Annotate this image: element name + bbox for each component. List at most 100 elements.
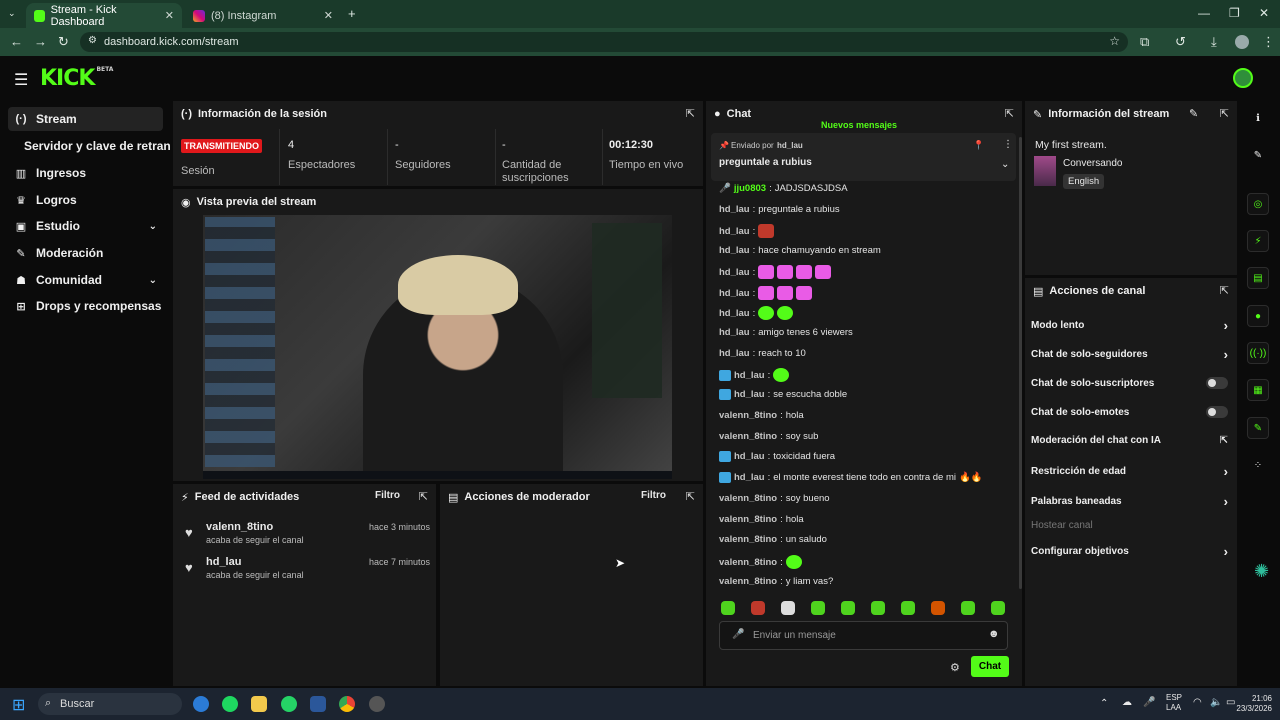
action-ai-moderation[interactable]: Moderación del chat con IA ⇱ [1031,435,1228,446]
stream-category[interactable]: Conversando [1063,158,1122,169]
chat-input[interactable]: 🎤 Enviar un mensaje ☻ [719,621,1008,650]
chat-username[interactable]: valenn_8tino [719,431,777,442]
chat-icon[interactable]: ● [1247,305,1269,327]
chat-username[interactable]: valenn_8tino [719,534,777,545]
subs-only-toggle[interactable] [1206,377,1228,389]
emoji-picker-icon[interactable]: ☻ [988,628,1000,640]
emote-quick-icon[interactable] [901,601,915,615]
cloud-icon[interactable]: ☁ [1122,697,1132,708]
assistant-icon[interactable]: ✺ [1254,561,1269,582]
wifi-icon[interactable]: ◠ [1193,697,1202,708]
app-icon[interactable] [369,696,385,712]
chat-scrollbar[interactable] [1019,137,1022,589]
minimize-icon[interactable]: — [1198,6,1210,20]
tab-instagram[interactable]: (8) Instagram ✕ [185,3,341,28]
info-icon[interactable]: ℹ [1247,107,1269,129]
sidebar-item-moderacion[interactable]: ✎ Moderación [8,241,163,265]
profile-avatar[interactable] [1235,35,1249,49]
chat-username[interactable]: hd_lau [719,267,750,278]
windows-start-icon[interactable]: ⊞ [12,695,25,715]
mic-tray-icon[interactable]: 🎤 [1143,697,1155,708]
history-icon[interactable]: ↺ [1175,34,1186,50]
chat-username[interactable]: hd_lau [719,245,750,256]
action-configure-goals[interactable]: Configurar objetivos › [1031,544,1228,559]
spotify-icon[interactable] [222,696,238,712]
chat-username[interactable]: valenn_8tino [719,576,777,587]
sidebar-item-stream[interactable]: (·) Stream [8,107,163,131]
tray-chevron-icon[interactable]: ⌃ [1100,698,1108,709]
emote-quick-icon[interactable] [931,601,945,615]
wrench-icon[interactable]: ✎ [1247,417,1269,439]
sidebar-item-drops[interactable]: ⊞ Drops y recompensas [8,294,163,318]
popout-icon[interactable]: ⇱ [686,490,695,503]
browser-menu-icon[interactable]: ⋮ [1262,34,1275,50]
sidebar-item-comunidad[interactable]: ☗ Comunidad ⌄ [8,268,163,292]
chat-username[interactable]: hd_lau [719,348,750,359]
taskbar-search[interactable]: ⌕ Buscar [38,693,182,715]
back-icon[interactable]: ← [10,34,23,49]
forward-icon[interactable]: → [34,34,47,49]
popout-icon[interactable]: ⇱ [1220,284,1229,297]
emote-quick-icon[interactable] [781,601,795,615]
action-slow-mode[interactable]: Modo lento › [1031,318,1228,333]
chat-username[interactable]: valenn_8tino [719,557,777,568]
action-age-restriction[interactable]: Restricción de edad › [1031,464,1228,479]
extensions-icon[interactable]: ⧉ [1140,34,1149,50]
pencil-icon[interactable]: ✎ [1247,144,1269,166]
chat-username[interactable]: valenn_8tino [719,410,777,421]
chat-username[interactable]: hd_lau [734,472,765,483]
broadcast-icon[interactable]: ((·)) [1247,342,1269,364]
emote-quick-icon[interactable] [751,601,765,615]
popout-icon[interactable]: ⇱ [686,107,695,120]
volume-icon[interactable]: 🔈 [1210,697,1222,708]
chat-username[interactable]: valenn_8tino [719,493,777,504]
activity-user[interactable]: hd_lau [206,556,241,568]
chat-username[interactable]: hd_lau [719,226,750,237]
chevron-down-icon[interactable]: ⌄ [1001,159,1009,170]
unpin-icon[interactable]: 📍 [973,140,984,151]
sidebar-item-logros[interactable]: ♛ Logros [8,188,163,212]
action-banned-words[interactable]: Palabras baneadas › [1031,494,1228,509]
kick-logo[interactable]: KICK BETA [40,66,113,91]
more-icon[interactable]: ⁘ [1247,454,1269,476]
edit-icon[interactable]: ✎ [1189,107,1198,120]
emotes-only-toggle[interactable] [1206,406,1228,418]
chat-username[interactable]: hd_lau [734,451,765,462]
chat-username[interactable]: hd_lau [719,327,750,338]
layout-icon[interactable]: ▦ [1247,379,1269,401]
action-followers-only[interactable]: Chat de solo-seguidores › [1031,347,1228,362]
emote-quick-icon[interactable] [961,601,975,615]
emote-quick-icon[interactable] [871,601,885,615]
maximize-icon[interactable]: ❐ [1229,6,1240,20]
emote-quick-icon[interactable] [991,601,1005,615]
activity-user[interactable]: valenn_8tino [206,521,273,533]
close-window-icon[interactable]: ✕ [1259,6,1269,20]
new-tab-icon[interactable]: + [348,6,356,21]
popout-icon[interactable]: ⇱ [1220,107,1229,120]
chrome-icon[interactable] [339,696,355,712]
document-icon[interactable]: ▤ [1247,267,1269,289]
emote-quick-icon[interactable] [721,601,735,615]
camera-icon[interactable]: ◎ [1247,193,1269,215]
sidebar-item-ingresos[interactable]: ▥ Ingresos [8,161,163,185]
chat-username[interactable]: valenn_8tino [719,514,777,525]
chat-username[interactable]: hd_lau [719,288,750,299]
emote-quick-icon[interactable] [811,601,825,615]
whatsapp-icon[interactable] [281,696,297,712]
lightning-icon[interactable]: ⚡ [1247,230,1269,252]
emote-quick-icon[interactable] [841,601,855,615]
reload-icon[interactable]: ↻ [58,34,69,50]
word-icon[interactable] [310,696,326,712]
tab-list-chevron-icon[interactable]: ⌄ [8,8,16,19]
user-avatar[interactable] [1233,68,1253,88]
chat-send-button[interactable]: Chat [971,656,1009,677]
popout-icon[interactable]: ⇱ [1005,107,1014,120]
chat-username[interactable]: hd_lau [719,204,750,215]
chat-username[interactable]: hd_lau [734,370,765,381]
stream-preview-video[interactable] [203,215,672,479]
chat-username[interactable]: hd_lau [719,308,750,319]
filter-button[interactable]: Filtro [641,490,666,501]
address-bar[interactable]: ⚙ dashboard.kick.com/stream ☆ [80,32,1128,52]
chat-username[interactable]: hd_lau [734,389,765,400]
tab-kick-dashboard[interactable]: Stream - Kick Dashboard ✕ [26,3,182,28]
